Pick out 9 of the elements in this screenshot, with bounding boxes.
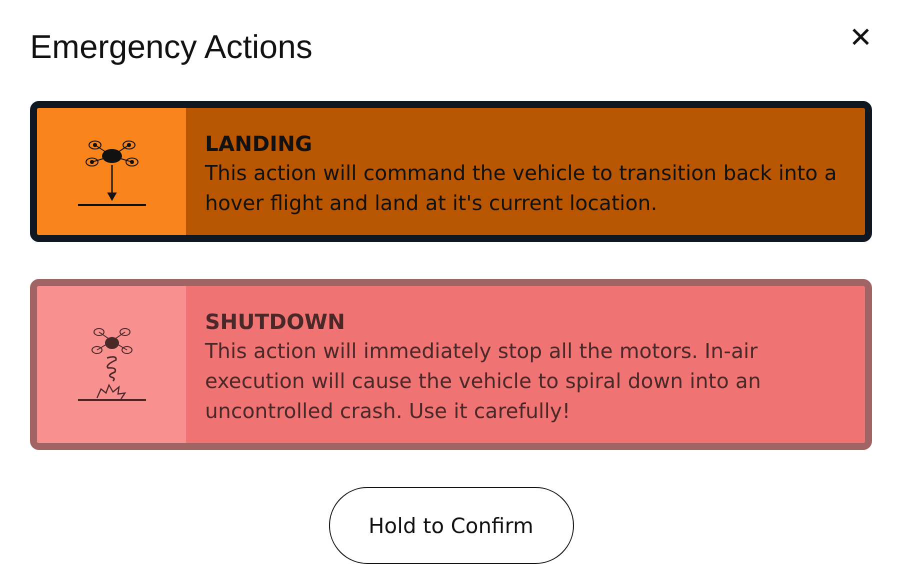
action-title: SHUTDOWN bbox=[205, 309, 346, 336]
action-title: LANDING bbox=[205, 131, 314, 158]
action-description: This action will command the vehicle to transition back into a hover flight and land at it's current location. bbox=[205, 160, 838, 217]
action-description: This action will immediately stop all the motors. In-air execution will cause the vehicle to spiral down into an uncontrolled crash. Use it carefully! bbox=[205, 338, 762, 425]
action-card[interactable]: SHUTDOWN This action will immediately stop all the motors. In-air execution will cause the vehicle to spiral down into an uncontrolled crash. Use it carefully! bbox=[30, 279, 872, 450]
close-button[interactable]: ✕ bbox=[849, 24, 872, 52]
dialog-title: Emergency Actions bbox=[30, 27, 312, 67]
action-card[interactable]: LANDING This action will command the vehicle to transition back into a hover flight and land at it's current location. bbox=[30, 101, 872, 242]
hold-to-confirm-button[interactable]: Hold to Confirm bbox=[328, 487, 574, 564]
